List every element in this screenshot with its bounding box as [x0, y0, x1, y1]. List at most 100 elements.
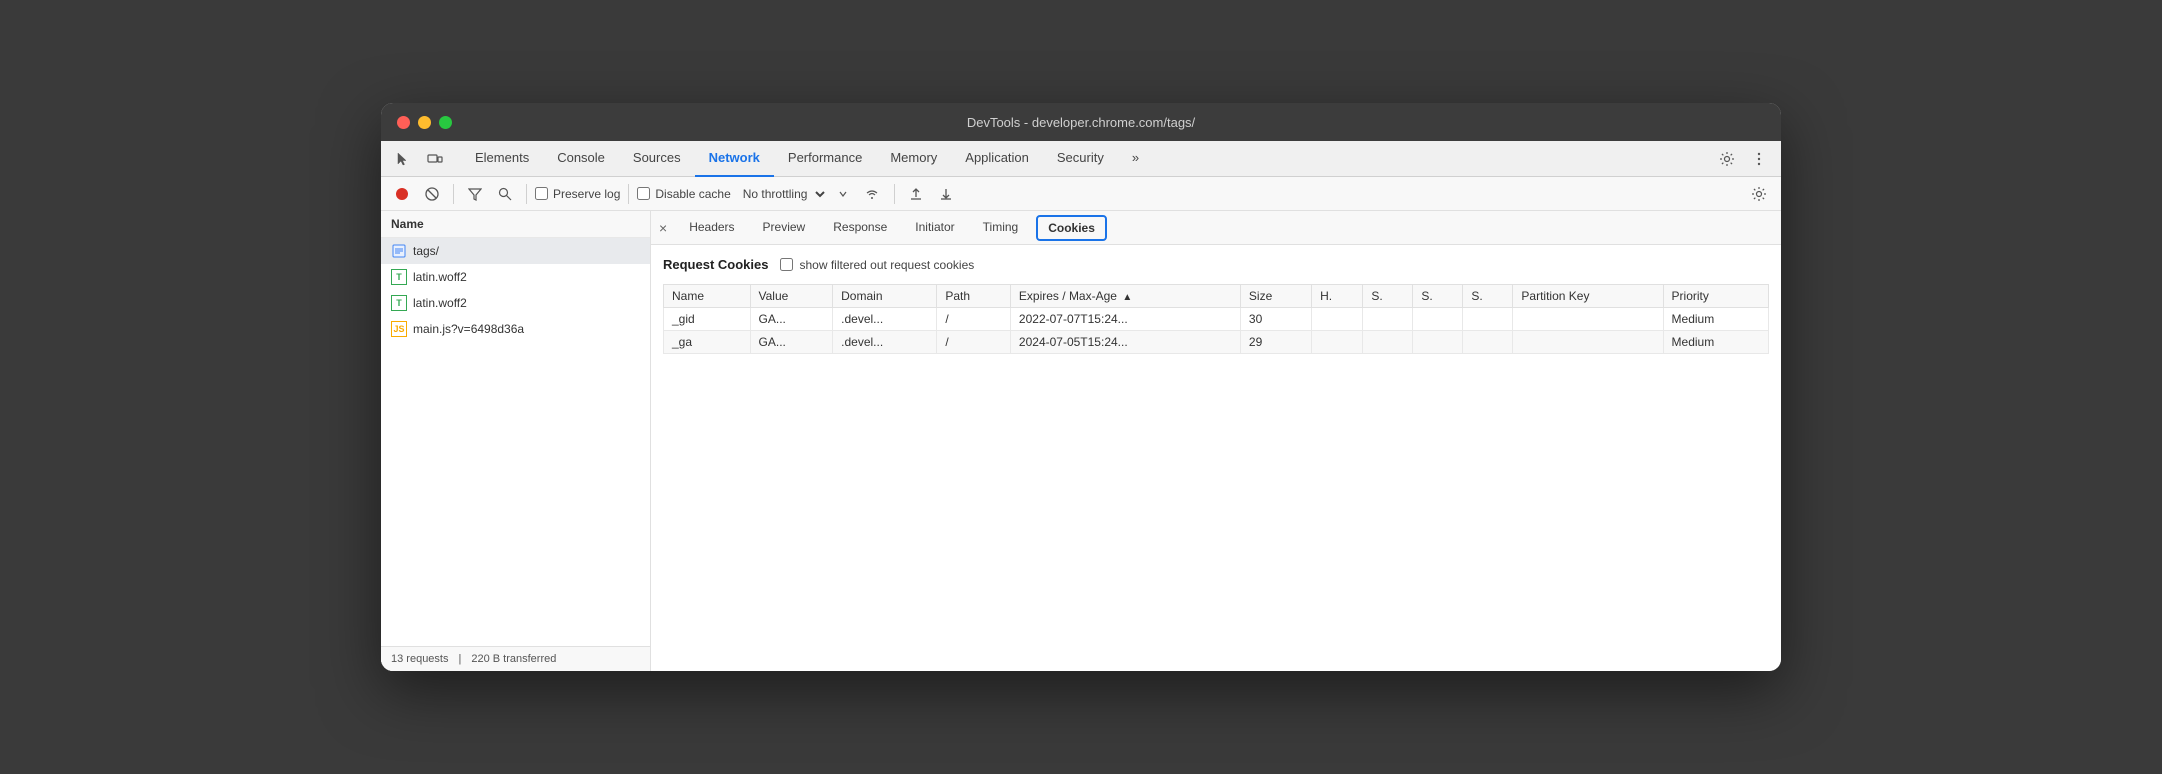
cookies-table: Name Value Domain Path Expires / Max-Age… — [663, 284, 1769, 354]
separator-2 — [526, 184, 527, 204]
font-icon-1: T — [391, 269, 407, 285]
detail-close-button[interactable]: × — [651, 220, 675, 236]
detail-tab-response[interactable]: Response — [819, 211, 901, 245]
maximize-button[interactable] — [439, 116, 452, 129]
cell-priority: Medium — [1663, 308, 1768, 331]
preserve-log-checkbox[interactable] — [535, 187, 548, 200]
cell-value: GA... — [750, 331, 833, 354]
sidebar-item-label: tags/ — [413, 244, 439, 258]
sidebar-item-label: latin.woff2 — [413, 296, 467, 310]
throttle-dropdown-icon[interactable] — [832, 185, 854, 203]
col-partition-key[interactable]: Partition Key — [1513, 285, 1663, 308]
device-toggle-icon[interactable] — [421, 147, 449, 171]
col-s1[interactable]: S. — [1363, 285, 1413, 308]
cell-s2 — [1413, 308, 1463, 331]
filter-cookies-checkbox[interactable] — [780, 258, 793, 271]
cell-value: GA... — [750, 308, 833, 331]
js-icon: JS — [391, 321, 407, 337]
upload-icon[interactable] — [903, 183, 929, 205]
cell-domain: .devel... — [833, 331, 937, 354]
col-path[interactable]: Path — [937, 285, 1011, 308]
sidebar-footer: 13 requests | 220 B transferred — [381, 646, 650, 671]
cell-s3 — [1463, 331, 1513, 354]
disable-cache-checkbox[interactable] — [637, 187, 650, 200]
wifi-icon[interactable] — [858, 183, 886, 205]
preserve-log-label[interactable]: Preserve log — [535, 187, 620, 201]
detail-tabs-bar: × Headers Preview Response Initiator Tim… — [651, 211, 1781, 245]
sidebar-item-mainjs[interactable]: JS main.js?v=6498d36a — [381, 316, 650, 342]
cell-size: 30 — [1240, 308, 1311, 331]
detail-tab-preview[interactable]: Preview — [749, 211, 820, 245]
tab-console[interactable]: Console — [543, 141, 619, 177]
col-value[interactable]: Value — [750, 285, 833, 308]
search-icon[interactable] — [492, 183, 518, 205]
tab-performance[interactable]: Performance — [774, 141, 876, 177]
cookies-table-body: _gid GA... .devel... / 2022-07-07T15:24.… — [664, 308, 1769, 354]
col-h[interactable]: H. — [1312, 285, 1363, 308]
tab-application[interactable]: Application — [951, 141, 1043, 177]
col-s3[interactable]: S. — [1463, 285, 1513, 308]
requests-count: 13 requests — [391, 653, 448, 665]
toolbar-icons — [389, 147, 449, 171]
font-icon-2: T — [391, 295, 407, 311]
footer-sep: | — [458, 653, 461, 665]
col-size[interactable]: Size — [1240, 285, 1311, 308]
tabs-right-icons — [1713, 147, 1773, 171]
detail-tab-timing[interactable]: Timing — [969, 211, 1033, 245]
main-content: Name tags/ T latin.woff2 — [381, 211, 1781, 671]
cursor-icon[interactable] — [389, 147, 417, 171]
settings-gear-icon[interactable] — [1713, 147, 1741, 171]
table-row[interactable]: _gid GA... .devel... / 2022-07-07T15:24.… — [664, 308, 1769, 331]
main-tabs-bar: Elements Console Sources Network Perform… — [381, 141, 1781, 177]
download-icon[interactable] — [933, 183, 959, 205]
cell-partition-key — [1513, 331, 1663, 354]
col-expires[interactable]: Expires / Max-Age ▲ — [1010, 285, 1240, 308]
minimize-button[interactable] — [418, 116, 431, 129]
detail-tab-headers[interactable]: Headers — [675, 211, 748, 245]
table-row[interactable]: _ga GA... .devel... / 2024-07-05T15:24..… — [664, 331, 1769, 354]
cell-priority: Medium — [1663, 331, 1768, 354]
sidebar-item-latin1[interactable]: T latin.woff2 — [381, 264, 650, 290]
tab-security[interactable]: Security — [1043, 141, 1118, 177]
close-button[interactable] — [397, 116, 410, 129]
cookies-table-header-row: Name Value Domain Path Expires / Max-Age… — [664, 285, 1769, 308]
request-cookies-title: Request Cookies — [663, 257, 768, 272]
tab-network[interactable]: Network — [695, 141, 774, 177]
col-priority[interactable]: Priority — [1663, 285, 1768, 308]
doc-icon — [391, 243, 407, 259]
cell-size: 29 — [1240, 331, 1311, 354]
cell-path: / — [937, 331, 1011, 354]
sidebar-item-label: main.js?v=6498d36a — [413, 322, 524, 336]
tab-elements[interactable]: Elements — [461, 141, 543, 177]
col-domain[interactable]: Domain — [833, 285, 937, 308]
tab-sources[interactable]: Sources — [619, 141, 695, 177]
record-button[interactable] — [389, 183, 415, 205]
detail-tab-cookies[interactable]: Cookies — [1036, 215, 1107, 241]
sidebar-item-latin2[interactable]: T latin.woff2 — [381, 290, 650, 316]
network-sidebar: Name tags/ T latin.woff2 — [381, 211, 651, 671]
cell-s2 — [1413, 331, 1463, 354]
col-name[interactable]: Name — [664, 285, 751, 308]
throttle-select[interactable]: No throttling — [735, 184, 828, 204]
tab-memory[interactable]: Memory — [876, 141, 951, 177]
detail-tab-initiator[interactable]: Initiator — [901, 211, 968, 245]
request-cookies-header: Request Cookies show filtered out reques… — [663, 257, 1769, 272]
cell-s3 — [1463, 308, 1513, 331]
devtools-window: DevTools - developer.chrome.com/tags/ — [381, 103, 1781, 671]
col-s2[interactable]: S. — [1413, 285, 1463, 308]
separator-1 — [453, 184, 454, 204]
cell-name: _gid — [664, 308, 751, 331]
settings-icon-right[interactable] — [1745, 182, 1773, 206]
disable-cache-label[interactable]: Disable cache — [637, 187, 730, 201]
clear-button[interactable] — [419, 183, 445, 205]
cell-s1 — [1363, 331, 1413, 354]
tab-more[interactable]: » — [1118, 141, 1153, 177]
separator-3 — [628, 184, 629, 204]
cell-path: / — [937, 308, 1011, 331]
more-options-icon[interactable] — [1745, 147, 1773, 171]
sidebar-item-tags[interactable]: tags/ — [381, 238, 650, 264]
filter-icon[interactable] — [462, 183, 488, 205]
filter-cookies-label[interactable]: show filtered out request cookies — [780, 258, 974, 272]
separator-4 — [894, 184, 895, 204]
devtools-body: Elements Console Sources Network Perform… — [381, 141, 1781, 671]
